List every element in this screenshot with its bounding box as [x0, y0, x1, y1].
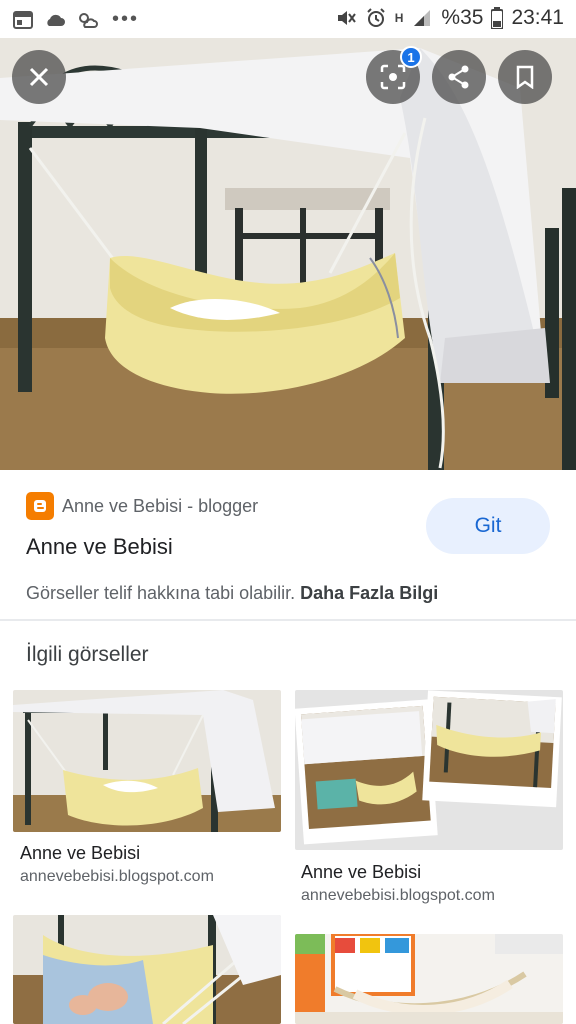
alarm-icon [367, 8, 385, 27]
related-thumb-1[interactable] [13, 690, 281, 832]
signal-icon [414, 10, 431, 26]
clock: 23:41 [511, 6, 564, 29]
hammock-photo [0, 38, 576, 470]
lens-badge: 1 [400, 46, 422, 68]
bookmark-button[interactable] [498, 50, 552, 104]
hammock-thumb-image [13, 690, 281, 832]
battery-percent: %35 [441, 6, 484, 29]
lens-icon [380, 64, 406, 90]
weather-icon [79, 12, 98, 28]
related-thumb-4[interactable] [295, 934, 563, 1024]
related-thumb-2[interactable] [295, 690, 563, 850]
blogger-icon [26, 492, 54, 520]
status-bar: ••• H %35 23:41 [0, 0, 576, 38]
source-site-name: Anne ve Bebisi - blogger [62, 495, 259, 516]
share-icon [448, 65, 469, 89]
divider [0, 619, 576, 621]
related-title-2[interactable]: Anne ve Bebisi [301, 862, 421, 883]
related-title-1[interactable]: Anne ve Bebisi [20, 843, 140, 864]
hero-image[interactable]: 1 [0, 38, 576, 470]
signal-h-icon: H [394, 11, 404, 25]
page-title[interactable]: Anne ve Bebisi [26, 534, 173, 560]
close-button[interactable] [12, 50, 66, 104]
calendar-icon [13, 10, 33, 29]
lens-button[interactable]: 1 [366, 46, 422, 104]
related-thumb-3[interactable] [13, 915, 281, 1024]
visit-button[interactable]: Git [426, 498, 550, 554]
copyright-text: Görseller telif hakkına tabi olabilir. [26, 583, 296, 603]
related-url-2: annevebebisi.blogspot.com [301, 887, 495, 904]
copyright-notice: Görseller telif hakkına tabi olabilir. D… [26, 583, 438, 604]
nursery-hammock-image [295, 934, 563, 1024]
close-icon [29, 67, 49, 87]
share-button[interactable] [432, 50, 486, 104]
cloud-icon [47, 14, 65, 26]
baby-hammock-image [13, 915, 281, 1024]
hammock-collage-image [295, 690, 563, 850]
more-icon: ••• [112, 8, 140, 30]
related-url-1: annevebebisi.blogspot.com [20, 868, 214, 885]
mute-icon [337, 11, 356, 25]
source-card: Anne ve Bebisi - blogger Anne ve Bebisi … [0, 470, 576, 620]
bookmark-icon [516, 65, 534, 89]
related-heading: İlgili görseller [26, 643, 149, 666]
battery-icon [491, 7, 504, 29]
more-info-link[interactable]: Daha Fazla Bilgi [300, 583, 438, 603]
source-site-row[interactable]: Anne ve Bebisi - blogger [26, 492, 258, 520]
